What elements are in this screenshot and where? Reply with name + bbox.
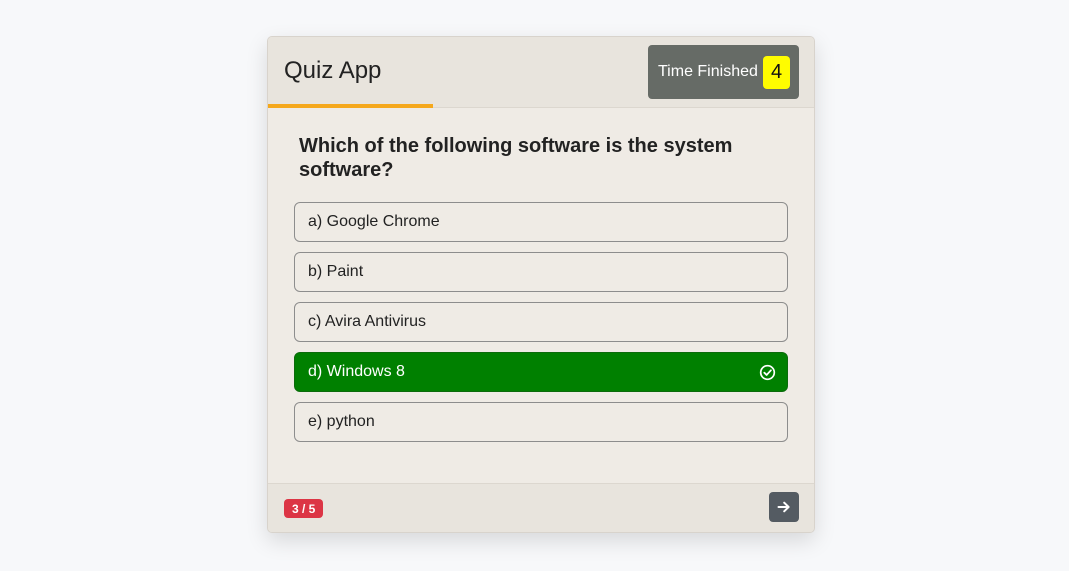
timer-count: 4 [763, 56, 790, 89]
timer-badge: Time Finished 4 [648, 45, 799, 99]
option-label: c) Avira Antivirus [308, 313, 426, 330]
option-label: b) Paint [308, 263, 364, 280]
option-d[interactable]: d) Windows 8 [294, 352, 788, 392]
timer-label: Time Finished [658, 63, 758, 80]
option-label: a) Google Chrome [308, 213, 440, 230]
option-label: d) Windows 8 [308, 363, 405, 380]
question-text: Which of the following software is the s… [299, 135, 733, 181]
check-circle-icon [759, 364, 776, 381]
option-a[interactable]: a) Google Chrome [294, 202, 788, 242]
option-b[interactable]: b) Paint [294, 252, 788, 292]
next-button[interactable] [769, 492, 799, 522]
option-c[interactable]: c) Avira Antivirus [294, 302, 788, 342]
quiz-body: Which of the following software is the s… [268, 108, 814, 486]
app-title: Quiz App [284, 57, 382, 84]
option-e[interactable]: e) python [294, 402, 788, 442]
question-counter-badge: 3 / 5 [284, 499, 324, 518]
option-label: e) python [308, 413, 375, 430]
quiz-card: Quiz App Time Finished 4 Which of the fo… [267, 36, 815, 533]
arrow-right-icon [777, 501, 790, 513]
quiz-header: Quiz App Time Finished 4 [268, 37, 814, 108]
quiz-footer: 3 / 5 [268, 483, 814, 532]
